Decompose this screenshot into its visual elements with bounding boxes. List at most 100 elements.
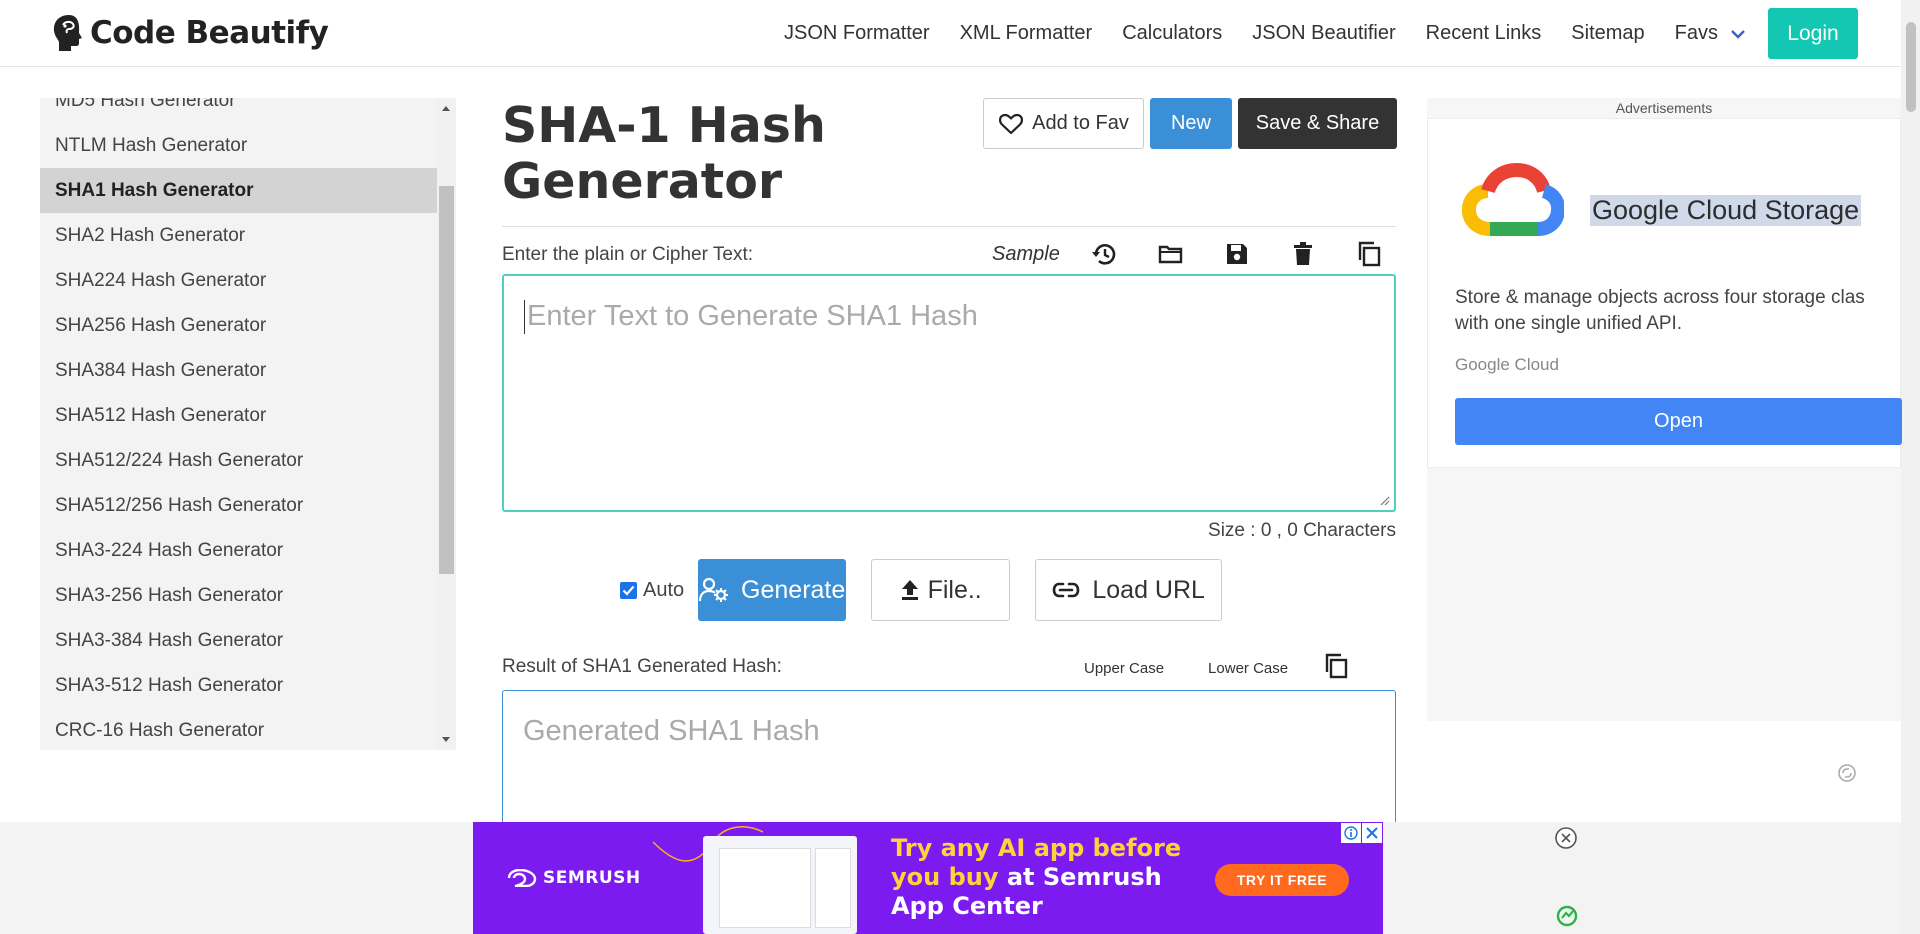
sidebar-item-sha384[interactable]: SHA384 Hash Generator [40, 348, 437, 393]
sidebar-item-ntlm[interactable]: NTLM Hash Generator [40, 123, 437, 168]
ad-title[interactable]: Google Cloud Storage [1590, 195, 1862, 226]
new-button[interactable]: New [1150, 98, 1232, 149]
copy-result-icon[interactable] [1324, 653, 1348, 684]
user-gear-icon [699, 577, 729, 602]
load-url-button[interactable]: Load URL [1035, 559, 1223, 621]
banner-headline-part-2: App Center [891, 892, 1043, 920]
link-icon [1053, 582, 1080, 598]
login-button[interactable]: Login [1768, 8, 1858, 59]
resize-handle-icon[interactable] [1380, 496, 1390, 506]
main-nav: JSON Formatter XML Formatter Calculators… [754, 0, 1858, 67]
trash-icon[interactable] [1270, 242, 1336, 266]
folder-open-icon[interactable] [1138, 243, 1204, 265]
sample-link[interactable]: Sample [992, 243, 1060, 266]
upload-icon [901, 580, 918, 600]
nav-json-beautifier[interactable]: JSON Beautifier [1252, 22, 1395, 45]
banner-headline: Try any AI app before you buy at Semrush… [891, 834, 1191, 921]
close-circle-icon[interactable] [1554, 826, 1578, 850]
sidebar-item-sha3-224[interactable]: SHA3-224 Hash Generator [40, 528, 437, 573]
auto-checkbox[interactable] [620, 581, 637, 599]
copy-icon[interactable] [1336, 241, 1402, 267]
logo-head-icon [53, 15, 82, 51]
save-share-button[interactable]: Save & Share [1238, 98, 1397, 149]
page-title: SHA-1 Hash Generator [502, 97, 826, 210]
ad-description-line-1: Store & manage objects across four stora… [1455, 287, 1865, 308]
save-icon[interactable] [1204, 242, 1270, 266]
divider [502, 226, 1396, 227]
add-to-fav-button[interactable]: Add to Fav [983, 98, 1144, 149]
nav-sitemap[interactable]: Sitemap [1571, 22, 1644, 45]
sidebar-scrollbar-thumb[interactable] [439, 186, 454, 574]
banner-screenshot-sidebar [815, 848, 851, 928]
history-icon[interactable] [1072, 241, 1138, 267]
sidebar-item-sha1[interactable]: SHA1 Hash Generator [40, 168, 437, 213]
google-cloud-logo-icon [1462, 163, 1564, 236]
add-to-fav-label: Add to Fav [1032, 112, 1129, 134]
file-label: File.. [927, 575, 982, 604]
sidebar-item-sha512-224[interactable]: SHA512/224 Hash Generator [40, 438, 437, 483]
case-toolbar: Upper Case Lower Case [1084, 650, 1348, 686]
banner-screenshot-panel [719, 848, 811, 928]
sidebar-item-sha3-384[interactable]: SHA3-384 Hash Generator [40, 618, 437, 663]
ad-info-icon[interactable] [1341, 823, 1361, 843]
generate-button[interactable]: Generate [698, 559, 847, 621]
ad-brand: Google Cloud [1455, 355, 1559, 374]
ad-description-line-2: with one single unified API. [1455, 313, 1683, 334]
generate-label: Generate [741, 575, 846, 604]
semrush-logo: SEMRUSH [507, 868, 641, 888]
nav-json-formatter[interactable]: JSON Formatter [784, 22, 930, 45]
page-scrollbar-thumb[interactable] [1906, 22, 1916, 112]
sidebar-item-sha512[interactable]: SHA512 Hash Generator [40, 393, 437, 438]
sidebar-item-crc16[interactable]: CRC-16 Hash Generator [40, 708, 437, 750]
sidebar-scrollbar[interactable] [437, 98, 456, 750]
sidebar-item-sha3-512[interactable]: SHA3-512 Hash Generator [40, 663, 437, 708]
auto-label: Auto [643, 578, 685, 601]
ad-refresh-icon[interactable] [1837, 763, 1857, 783]
ad-close-icon[interactable] [1362, 823, 1382, 843]
nav-favs[interactable]: Favs [1675, 22, 1718, 45]
sidebar-item-sha256[interactable]: SHA256 Hash Generator [40, 303, 437, 348]
upper-case-button[interactable]: Upper Case [1084, 660, 1164, 677]
ad-panel: Advertisements Google Cloud Storage Stor… [1427, 98, 1902, 721]
sidebar-list: MD5 Hash Generator NTLM Hash Generator S… [40, 98, 437, 750]
plain-text-input[interactable]: Enter Text to Generate SHA1 Hash [502, 274, 1396, 512]
file-upload-button[interactable]: File.. [871, 559, 1011, 621]
input-label: Enter the plain or Cipher Text: [502, 244, 754, 265]
logo-text: Code Beautify [90, 15, 329, 51]
ad-description: Store & manage objects across four stora… [1455, 285, 1902, 337]
result-label: Result of SHA1 Generated Hash: [502, 656, 782, 677]
size-indicator: Size : 0 , 0 Characters [1208, 520, 1396, 541]
banner-app-screenshot [703, 836, 857, 934]
sidebar-item-sha224[interactable]: SHA224 Hash Generator [40, 258, 437, 303]
semrush-flame-icon [507, 869, 537, 887]
nav-recent-links[interactable]: Recent Links [1426, 22, 1542, 45]
banner-headline-part-1: at Semrush [1006, 863, 1162, 891]
banner-cta-button[interactable]: TRY IT FREE [1215, 864, 1349, 896]
semrush-banner-ad[interactable]: SEMRUSH Try any AI app before you buy at… [473, 822, 1383, 934]
green-refresh-icon[interactable] [1555, 904, 1579, 928]
heart-icon [999, 113, 1024, 134]
load-url-label: Load URL [1092, 575, 1205, 604]
nav-xml-formatter[interactable]: XML Formatter [960, 22, 1093, 45]
scroll-up-arrow-icon[interactable] [442, 106, 450, 111]
chevron-down-icon[interactable] [1730, 29, 1746, 39]
scroll-down-arrow-icon[interactable] [442, 737, 450, 742]
sidebar-item-sha512-256[interactable]: SHA512/256 Hash Generator [40, 483, 437, 528]
auto-toggle[interactable]: Auto [620, 579, 684, 602]
page-scrollbar[interactable] [1901, 0, 1920, 934]
site-logo[interactable]: Code Beautify [50, 12, 329, 54]
sidebar-item-md5[interactable]: MD5 Hash Generator [40, 98, 437, 123]
sidebar-item-sha2[interactable]: SHA2 Hash Generator [40, 213, 437, 258]
top-navbar: Code Beautify JSON Formatter XML Formatt… [0, 0, 1920, 67]
ad-open-button[interactable]: Open [1455, 398, 1902, 445]
sidebar-item-sha3-256[interactable]: SHA3-256 Hash Generator [40, 573, 437, 618]
hash-output-placeholder: Generated SHA1 Hash [523, 715, 820, 747]
action-row: Auto Generate File.. Load URL [620, 559, 1223, 621]
sidebar: MD5 Hash Generator NTLM Hash Generator S… [40, 98, 456, 750]
semrush-wordmark: SEMRUSH [543, 868, 641, 888]
lower-case-button[interactable]: Lower Case [1208, 660, 1288, 677]
google-cloud-ad[interactable]: Google Cloud Storage Store & manage obje… [1427, 118, 1902, 468]
plain-text-placeholder: Enter Text to Generate SHA1 Hash [527, 300, 978, 332]
nav-calculators[interactable]: Calculators [1122, 22, 1222, 45]
text-caret [524, 300, 525, 335]
